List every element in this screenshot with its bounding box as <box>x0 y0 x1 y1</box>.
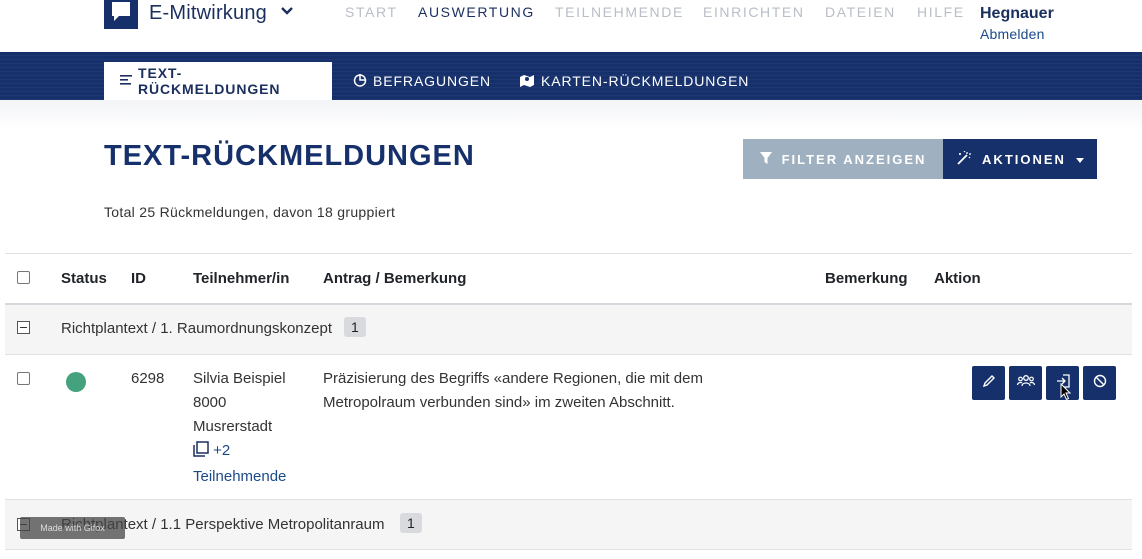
users-icon <box>1016 374 1035 393</box>
pencil-icon <box>982 374 996 393</box>
more-participants-label[interactable]: Teilnehmende <box>193 465 286 489</box>
copy-icon <box>193 441 209 465</box>
pie-chart-icon <box>353 73 367 90</box>
actions-button-label: AKTIONEN <box>982 151 1066 167</box>
row-divider <box>5 354 1132 355</box>
chevron-down-icon[interactable] <box>280 4 294 23</box>
participant-name: Silvia Beispiel <box>193 370 286 387</box>
align-left-icon <box>120 73 132 89</box>
row-divider <box>5 549 1132 550</box>
request-text-line: Präzisierung des Begriffs «andere Region… <box>323 370 703 387</box>
group-row: Richtplantext / 1. Raumordnungskonzept 1 <box>5 305 1132 354</box>
section-shadow <box>0 100 1142 130</box>
nav-dateien[interactable]: DATEIEN <box>825 4 896 20</box>
logout-link[interactable]: Abmelden <box>980 26 1045 42</box>
column-header-participant[interactable]: Teilnehmer/in <box>193 270 289 287</box>
filter-button[interactable]: FILTER ANZEIGEN <box>743 139 943 179</box>
table-top-border <box>5 253 1132 254</box>
filter-button-label: FILTER ANZEIGEN <box>781 151 927 167</box>
tab-text-rueckmeldungen[interactable]: TEXT-RÜCKMELDUNGEN <box>104 62 332 100</box>
nav-einrichten[interactable]: EINRICHTEN <box>703 4 805 20</box>
more-participants-count: +2 <box>213 442 231 459</box>
nav-hilfe[interactable]: HILFE <box>917 4 965 20</box>
more-participants-link[interactable]: +2 <box>193 439 286 465</box>
nav-auswertung[interactable]: AUSWERTUNG <box>418 4 535 20</box>
collapse-group-toggle[interactable] <box>17 321 30 334</box>
page-title: TEXT-RÜCKMELDUNGEN <box>104 140 475 172</box>
summary-text: Total 25 Rückmeldungen, davon 18 gruppie… <box>104 204 396 220</box>
status-indicator <box>66 372 86 392</box>
select-all-checkbox[interactable] <box>17 271 30 284</box>
map-icon <box>519 73 535 90</box>
column-header-remark[interactable]: Bemerkung <box>825 270 908 287</box>
mouse-cursor-icon <box>1060 382 1072 406</box>
filter-icon <box>759 151 772 167</box>
request-text-line: Metropolraum verbunden sind» im zweiten … <box>323 394 675 411</box>
participant-city: Musrerstadt <box>193 418 273 435</box>
participant-cell: Silvia Beispiel 8000 Musrerstadt +2 Teil… <box>193 367 286 489</box>
ban-icon <box>1093 374 1107 393</box>
block-button[interactable] <box>1083 366 1116 400</box>
tab-befragungen[interactable]: BEFRAGUNGEN <box>337 62 507 100</box>
tab-label: KARTEN-RÜCKMELDUNGEN <box>541 73 750 89</box>
tab-karten-rueckmeldungen[interactable]: KARTEN-RÜCKMELDUNGEN <box>503 62 765 100</box>
column-header-action: Aktion <box>934 270 981 287</box>
row-checkbox[interactable] <box>17 372 30 385</box>
nav-start[interactable]: START <box>345 4 398 20</box>
chat-bubble-logo-icon[interactable] <box>104 0 138 29</box>
user-name: Hegnauer <box>980 5 1054 22</box>
group-count-badge: 1 <box>344 317 366 337</box>
magic-wand-icon <box>956 150 972 168</box>
top-bar: E-Mitwirkung START AUSWERTUNG TEILNEHMEN… <box>0 0 1142 52</box>
tab-label: TEXT-RÜCKMELDUNGEN <box>138 65 281 97</box>
column-header-id[interactable]: ID <box>131 270 146 287</box>
edit-button[interactable] <box>972 366 1005 400</box>
caret-down-icon <box>1075 152 1084 167</box>
nav-teilnehmende[interactable]: TEILNEHMENDE <box>555 4 684 20</box>
request-text: Präzisierung des Begriffs «andere Region… <box>323 367 703 415</box>
column-header-request[interactable]: Antrag / Bemerkung <box>323 270 466 287</box>
tab-label: BEFRAGUNGEN <box>373 73 492 89</box>
group-label: Richtplantext / 1. Raumordnungskonzept <box>61 320 332 337</box>
gifox-watermark: Made with Gifox <box>20 517 125 539</box>
group-count-badge: 1 <box>400 513 422 533</box>
participant-zip: 8000 <box>193 394 227 411</box>
actions-dropdown-button[interactable]: AKTIONEN <box>943 139 1097 179</box>
group-row: Richtplantext / 1.1 Perspektive Metropol… <box>5 500 1132 549</box>
column-header-status[interactable]: Status <box>61 270 107 287</box>
group-participants-button[interactable] <box>1009 366 1042 400</box>
sub-navigation: TEXT-RÜCKMELDUNGEN BEFRAGUNGEN KARTEN-RÜ… <box>0 52 1142 100</box>
row-id: 6298 <box>131 370 165 387</box>
app-name[interactable]: E-Mitwirkung <box>149 2 267 25</box>
